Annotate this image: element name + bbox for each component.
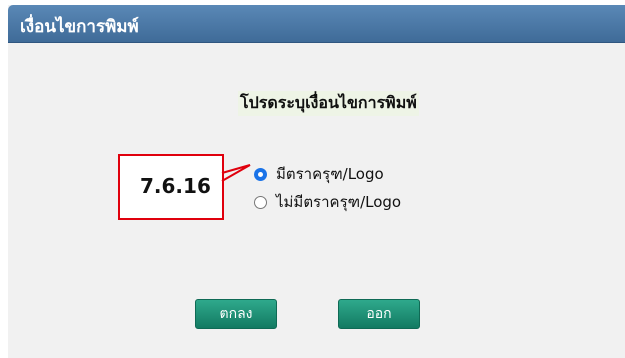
radio-with-logo[interactable] — [254, 167, 267, 181]
option-without-logo[interactable]: ไม่มีตราครุฑ/Logo — [254, 191, 401, 213]
ok-button[interactable]: ตกลง — [195, 299, 277, 329]
annotation-label: 7.6.16 — [140, 174, 211, 198]
option-without-logo-label: ไม่มีตราครุฑ/Logo — [276, 193, 402, 211]
option-with-logo[interactable]: มีตราครุฑ/Logo — [254, 163, 384, 185]
print-condition-dialog: เงื่อนไขการพิมพ์ โปรดระบุเงื่อนไขการพิมพ… — [8, 5, 625, 358]
annotation-callout: 7.6.16 — [118, 154, 224, 220]
dialog-title: เงื่อนไขการพิมพ์ — [20, 17, 139, 37]
callout-arrow-icon — [221, 164, 251, 182]
exit-button[interactable]: ออก — [338, 299, 420, 329]
radio-without-logo[interactable] — [254, 195, 267, 209]
dialog-titlebar: เงื่อนไขการพิมพ์ — [8, 5, 625, 43]
option-with-logo-label: มีตราครุฑ/Logo — [276, 165, 384, 183]
prompt-heading: โปรดระบุเงื่อนไขการพิมพ์ — [238, 91, 419, 116]
